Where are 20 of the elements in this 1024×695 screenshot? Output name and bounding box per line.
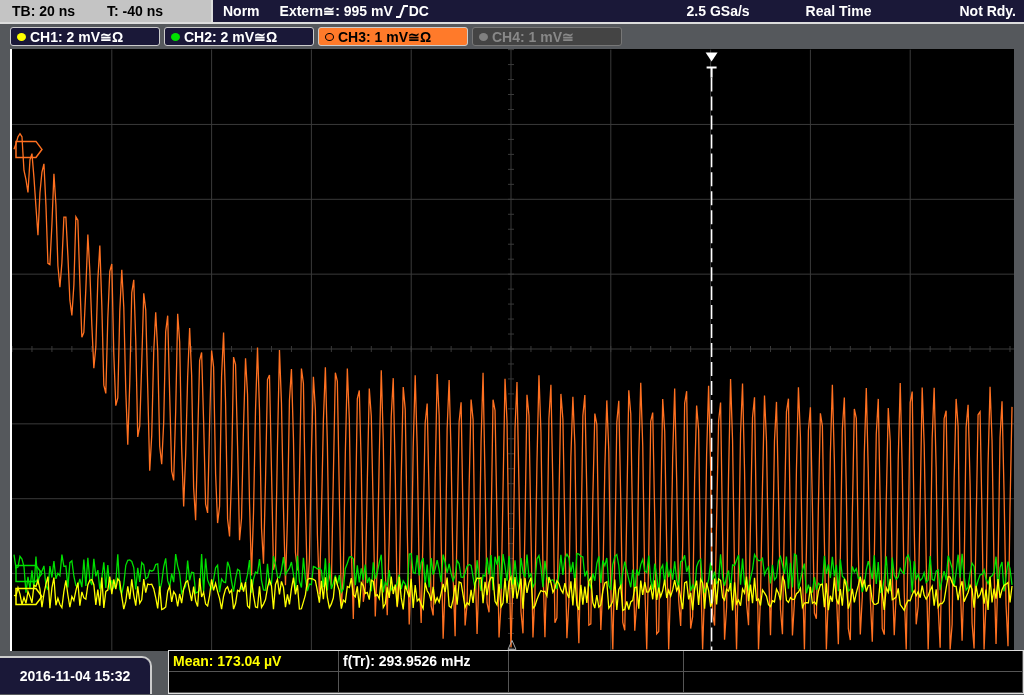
rising-edge-icon — [395, 4, 408, 18]
status-label: Not Rdy. — [959, 3, 1016, 19]
table-cell: f(Tr): 293.9526 mHz — [339, 651, 509, 672]
date-time-label: 2016-11-04 15:32 — [0, 656, 152, 694]
channel-button[interactable]: CH3: 1 mV≅Ω — [318, 27, 468, 46]
channel-button[interactable]: CH1: 2 mV≅Ω — [10, 27, 160, 46]
channel-marker-icon — [15, 564, 43, 583]
trigger-marker-icon — [705, 52, 718, 79]
coupling-label: DC — [408, 3, 429, 19]
position-marker-icon — [507, 639, 517, 650]
channel-marker-icon — [15, 587, 43, 606]
timebase-label: TB: 20 ns — [12, 3, 75, 19]
table-cell: Mean: 173.04 µV — [169, 651, 339, 672]
trigger-time-label: T: -40 ns — [107, 3, 164, 19]
trigger-mode-label: Norm — [223, 3, 260, 19]
sample-rate-label: 2.5 GSa/s — [686, 3, 750, 19]
trigger-source-label: Extern≅: 995 mV — [279, 3, 393, 19]
channel-marker-icon — [15, 140, 43, 159]
acquisition-label: Real Time — [805, 3, 872, 19]
channel-button[interactable]: CH2: 2 mV≅Ω — [164, 27, 314, 46]
